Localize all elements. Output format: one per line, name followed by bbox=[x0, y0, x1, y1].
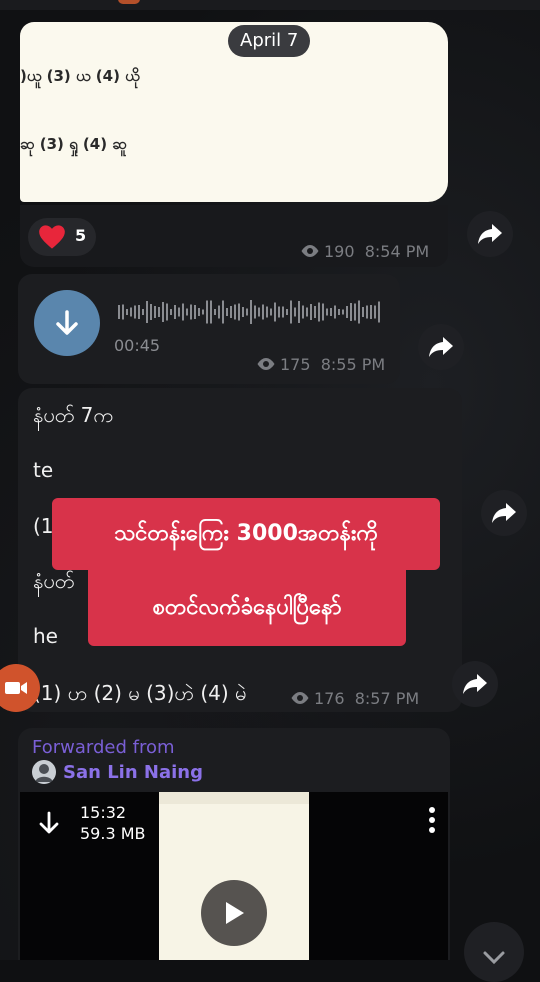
date-separator: April 7 bbox=[228, 25, 311, 57]
message-meta: 176 8:57 PM bbox=[290, 689, 419, 708]
message-text-line: နံပတ် bbox=[33, 569, 75, 593]
message-time: 8:57 PM bbox=[354, 689, 420, 708]
video-file-size: 59.3 MB bbox=[80, 824, 146, 843]
message-text-line: (1 bbox=[33, 514, 54, 538]
download-icon[interactable] bbox=[36, 810, 62, 836]
share-arrow-icon bbox=[478, 224, 502, 244]
message-time: 8:54 PM bbox=[364, 242, 430, 261]
view-count: 176 bbox=[314, 689, 345, 708]
views-icon bbox=[301, 245, 319, 257]
message-meta: 175 8:55 PM bbox=[256, 355, 385, 374]
download-arrow-icon bbox=[56, 310, 78, 335]
sender-avatar[interactable] bbox=[32, 760, 56, 784]
overlay-caption-line: သင်တန်းကြေး 3000အတန်းကို bbox=[52, 498, 440, 570]
thumbnail-status-bar bbox=[159, 792, 309, 804]
message-meta: 190 8:54 PM bbox=[300, 242, 429, 261]
share-arrow-icon bbox=[429, 337, 453, 357]
forward-button[interactable] bbox=[481, 490, 527, 536]
share-arrow-icon bbox=[492, 503, 516, 523]
views-icon bbox=[291, 692, 309, 704]
message-text-line: (1) ဟ (2) မ (3)ဟဲ (4) မဲ bbox=[33, 681, 247, 705]
message-text-line: he bbox=[33, 624, 58, 648]
more-options-icon[interactable] bbox=[424, 806, 440, 834]
forward-button[interactable] bbox=[452, 661, 498, 707]
top-bar bbox=[0, 0, 540, 10]
image-text-line: )ယူ (3) ယ (4) ယို bbox=[20, 67, 140, 85]
top-indicator bbox=[118, 0, 140, 4]
image-text-line: ဆု (3) ရှု (4) ဆူ bbox=[20, 135, 127, 153]
heart-icon bbox=[39, 225, 65, 249]
share-arrow-icon bbox=[463, 674, 487, 694]
view-count: 175 bbox=[280, 355, 311, 374]
view-count: 190 bbox=[324, 242, 355, 261]
message-text-line: te bbox=[33, 458, 54, 482]
chevron-down-icon bbox=[483, 951, 505, 965]
avatar-image bbox=[32, 760, 56, 784]
forward-button[interactable] bbox=[418, 324, 464, 370]
reaction-count: 5 bbox=[75, 226, 87, 245]
message-time: 8:55 PM bbox=[320, 355, 386, 374]
play-icon bbox=[226, 902, 244, 924]
voice-waveform bbox=[118, 300, 380, 324]
voice-duration: 00:45 bbox=[114, 336, 161, 355]
overlay-caption-line: စတင်လက်ခံနေပါပြီနော် bbox=[88, 570, 406, 646]
forwarded-label: Forwarded from bbox=[32, 737, 175, 758]
voice-download-button[interactable] bbox=[34, 290, 100, 356]
video-duration: 15:32 bbox=[80, 803, 127, 822]
forwarded-sender-name[interactable]: San Lin Naing bbox=[63, 762, 203, 783]
message-text-line: နံပတ် 7က bbox=[33, 403, 113, 427]
forward-button[interactable] bbox=[467, 211, 513, 257]
play-button[interactable] bbox=[201, 880, 267, 946]
views-icon bbox=[257, 358, 275, 370]
video-camera-icon bbox=[5, 682, 27, 694]
scroll-to-bottom-button[interactable] bbox=[464, 922, 524, 982]
